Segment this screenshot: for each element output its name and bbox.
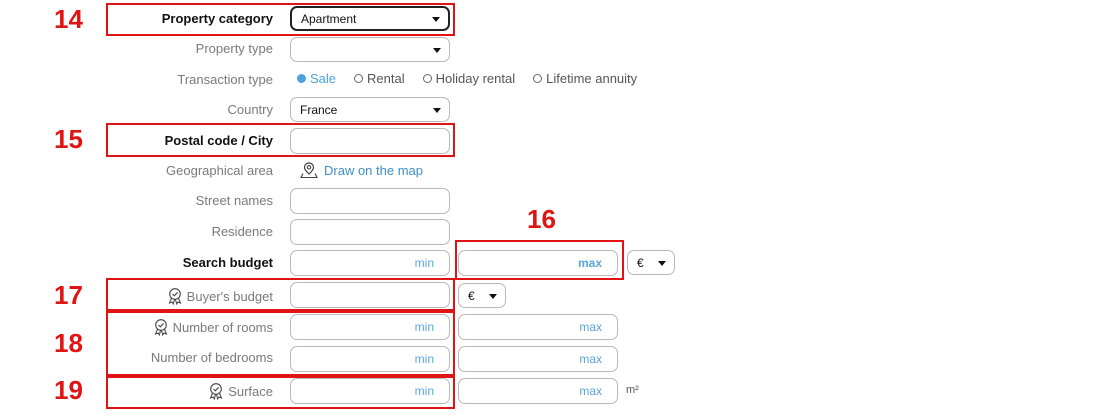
rooms-text: Number of rooms xyxy=(172,319,273,335)
residence-label: Residence xyxy=(211,224,273,239)
street-names-label: Street names xyxy=(195,193,273,208)
annotation-14: 14 xyxy=(54,4,83,34)
property-category-value: Apartment xyxy=(301,11,357,26)
radio-holiday-rental-label: Holiday rental xyxy=(435,71,516,86)
bedrooms-min-placeholder: min xyxy=(414,352,434,366)
country-label: Country xyxy=(227,102,273,117)
rooms-label: Number of rooms xyxy=(152,318,273,336)
annotation-19: 19 xyxy=(54,375,83,405)
rooms-min-placeholder: min xyxy=(414,320,434,334)
radio-lifetime-annuity-label: Lifetime annuity xyxy=(546,71,638,86)
rooms-min-input[interactable]: min xyxy=(290,314,450,340)
property-category-label: Property category xyxy=(161,11,273,26)
search-budget-min-placeholder: min xyxy=(414,256,434,270)
search-budget-label: Search budget xyxy=(182,255,273,270)
search-budget-max-placeholder: max xyxy=(577,256,602,270)
chevron-down-icon xyxy=(432,16,440,22)
surface-max-placeholder: max xyxy=(579,384,602,398)
chevron-down-icon xyxy=(658,260,666,266)
surface-max-input[interactable]: max xyxy=(458,378,618,404)
street-names-input[interactable] xyxy=(290,188,450,214)
buyers-budget-input[interactable] xyxy=(290,282,450,308)
search-budget-min-input[interactable]: min xyxy=(290,250,450,276)
currency-value: € xyxy=(468,288,475,303)
postal-code-label: Postal code / City xyxy=(164,133,273,148)
country-value: France xyxy=(300,102,338,117)
residence-input[interactable] xyxy=(290,219,450,245)
transaction-type-label: Transaction type xyxy=(177,72,273,87)
radio-rental-indicator xyxy=(354,74,364,83)
draw-on-map-link[interactable]: Draw on the map xyxy=(300,161,423,179)
bedrooms-min-input[interactable]: min xyxy=(290,346,450,372)
bedrooms-max-input[interactable]: max xyxy=(458,346,618,372)
search-budget-max-input[interactable]: max xyxy=(458,250,618,276)
search-budget-currency-select[interactable]: € xyxy=(627,250,675,275)
annotation-15: 15 xyxy=(54,124,83,154)
chevron-down-icon xyxy=(489,293,497,299)
buyers-budget-label: Buyer's budget xyxy=(166,287,273,305)
bedrooms-label: Number of bedrooms xyxy=(150,350,273,365)
country-select[interactable]: France xyxy=(290,97,450,122)
award-badge-icon xyxy=(152,318,170,336)
buyers-budget-currency-select[interactable]: € xyxy=(458,283,506,308)
surface-label: Surface xyxy=(207,382,273,400)
radio-rental[interactable]: Rental xyxy=(354,71,405,86)
surface-min-input[interactable]: min xyxy=(290,378,450,404)
map-pin-icon xyxy=(300,161,318,179)
radio-lifetime-annuity[interactable]: Lifetime annuity xyxy=(533,71,637,86)
award-badge-icon xyxy=(166,287,184,305)
annotation-17: 17 xyxy=(54,280,83,310)
radio-sale-label: Sale xyxy=(310,71,337,86)
radio-holiday-rental-indicator xyxy=(422,74,432,83)
radio-sale[interactable]: Sale xyxy=(297,71,336,86)
currency-value: € xyxy=(637,255,644,270)
radio-sale-indicator xyxy=(297,74,306,83)
annotation-18: 18 xyxy=(54,328,83,358)
surface-text: Surface xyxy=(228,383,273,399)
buyers-budget-text: Buyer's budget xyxy=(186,288,273,304)
postal-code-input[interactable] xyxy=(290,128,450,154)
bedrooms-max-placeholder: max xyxy=(579,352,602,366)
property-category-select[interactable]: Apartment xyxy=(290,6,450,31)
geographical-area-label: Geographical area xyxy=(166,163,273,178)
draw-on-map-label: Draw on the map xyxy=(324,162,423,178)
surface-min-placeholder: min xyxy=(414,384,434,398)
chevron-down-icon xyxy=(433,47,441,53)
annotation-16: 16 xyxy=(527,204,556,234)
property-type-select[interactable] xyxy=(290,37,450,62)
surface-unit: m² xyxy=(626,384,639,396)
rooms-max-placeholder: max xyxy=(579,320,602,334)
award-badge-icon xyxy=(207,382,225,400)
property-type-label: Property type xyxy=(195,41,273,56)
transaction-type-radio-group: Sale Rental Holiday rental Lifetime annu… xyxy=(297,71,655,86)
radio-lifetime-annuity-indicator xyxy=(533,74,543,83)
radio-rental-label: Rental xyxy=(367,71,405,86)
radio-holiday-rental[interactable]: Holiday rental xyxy=(422,71,516,86)
rooms-max-input[interactable]: max xyxy=(458,314,618,340)
chevron-down-icon xyxy=(433,107,441,113)
